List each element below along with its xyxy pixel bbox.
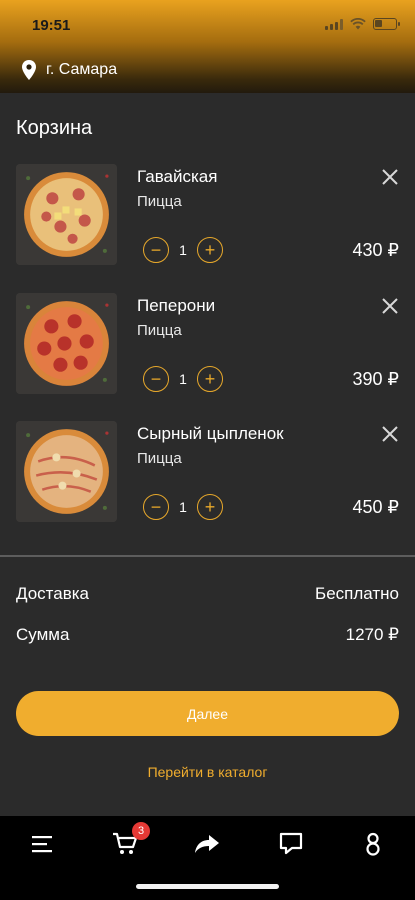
nav-share[interactable] xyxy=(192,830,222,858)
status-bar: 19:51 xyxy=(0,0,415,50)
divider xyxy=(0,555,415,557)
decrement-button[interactable]: − xyxy=(143,366,169,392)
status-time: 19:51 xyxy=(32,17,71,34)
pizza-image xyxy=(16,164,117,265)
quantity-value: 1 xyxy=(179,499,187,515)
nav-profile[interactable] xyxy=(358,830,388,858)
increment-button[interactable]: + xyxy=(197,366,223,392)
increment-button[interactable]: + xyxy=(197,494,223,520)
share-icon xyxy=(195,835,219,853)
chat-icon xyxy=(279,832,303,855)
pizza-image xyxy=(16,421,117,522)
remove-item-button[interactable] xyxy=(381,297,399,315)
total-row: Сумма 1270 ₽ xyxy=(16,625,399,645)
battery-icon xyxy=(373,18,400,30)
item-price: 430 ₽ xyxy=(352,240,400,260)
battery-level xyxy=(375,20,382,27)
quantity-value: 1 xyxy=(179,371,187,387)
item-category: Пицца xyxy=(137,193,182,210)
quantity-stepper: −1 + xyxy=(143,237,223,263)
cart-item: Сырный цыпленок Пицца −1 +450 ₽ xyxy=(0,421,415,531)
item-name: Сырный цыпленок xyxy=(137,424,284,443)
catalog-link[interactable]: Перейти в каталог xyxy=(0,764,415,780)
nav-menu[interactable] xyxy=(27,830,57,858)
signal-icon xyxy=(325,18,343,30)
profile-icon xyxy=(366,832,380,856)
quantity-stepper: −1 + xyxy=(143,366,223,392)
header: 19:51 г. Самара xyxy=(0,0,415,93)
location-city: г. Самара xyxy=(46,61,118,78)
item-category: Пицца xyxy=(137,322,182,339)
item-category: Пицца xyxy=(137,450,182,467)
item-price: 390 ₽ xyxy=(352,369,400,389)
remove-item-button[interactable] xyxy=(381,168,399,186)
location-selector[interactable]: г. Самара xyxy=(22,60,117,80)
decrement-button[interactable]: − xyxy=(143,237,169,263)
page-title: Корзина xyxy=(16,117,93,139)
total-label: Сумма xyxy=(16,625,70,644)
location-pin-icon xyxy=(22,60,36,80)
wifi-icon xyxy=(350,18,366,30)
pizza-image xyxy=(16,293,117,394)
item-name: Пеперони xyxy=(137,296,216,315)
home-indicator xyxy=(136,884,279,889)
close-icon xyxy=(382,169,398,185)
delivery-label: Доставка xyxy=(16,584,90,603)
cart-item: Пеперони Пицца −1 +390 ₽ xyxy=(0,293,415,403)
decrement-button[interactable]: − xyxy=(143,494,169,520)
item-name: Гавайская xyxy=(137,167,218,186)
quantity-value: 1 xyxy=(179,242,187,258)
delivery-row: Доставка Бесплатно xyxy=(16,584,399,604)
next-button[interactable]: Далее xyxy=(16,691,399,736)
cart-badge: 3 xyxy=(132,822,150,840)
item-price: 450 ₽ xyxy=(352,497,400,517)
cart-item: Гавайская Пицца −1 +430 ₽ xyxy=(0,164,415,274)
remove-item-button[interactable] xyxy=(381,425,399,443)
quantity-stepper: −1 + xyxy=(143,494,223,520)
next-button-label: Далее xyxy=(186,705,228,722)
status-icons xyxy=(325,18,400,30)
increment-button[interactable]: + xyxy=(197,237,223,263)
delivery-value: Бесплатно xyxy=(315,584,399,603)
close-icon xyxy=(382,298,398,314)
bottom-nav: 3 xyxy=(0,816,415,900)
menu-icon xyxy=(32,836,52,853)
total-value: 1270 ₽ xyxy=(345,625,399,644)
nav-chat[interactable] xyxy=(276,830,306,858)
close-icon xyxy=(382,426,398,442)
